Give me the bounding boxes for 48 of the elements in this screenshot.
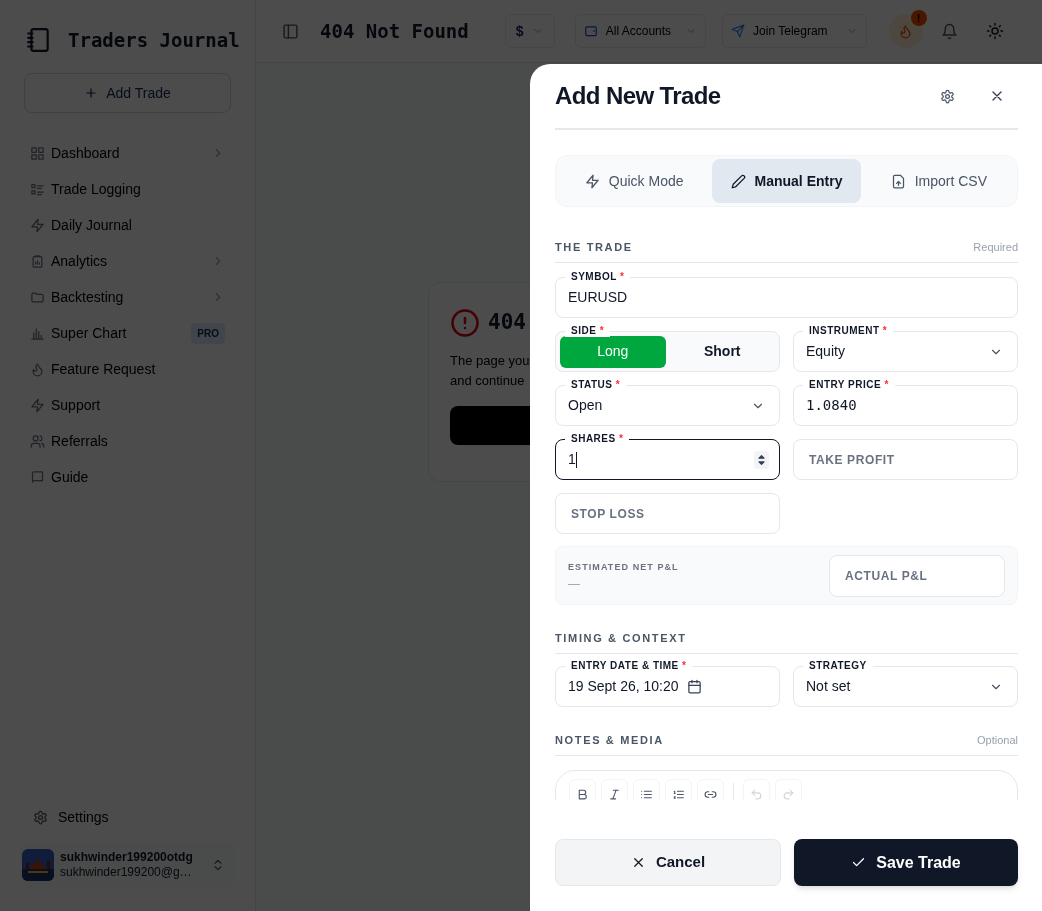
pnl-value: — [568,578,581,591]
side-option[interactable]: Short [669,335,775,368]
error-code: 404 [488,309,526,336]
page-title: 404 Not Found [320,18,469,44]
field-label: STATUS * [565,379,627,391]
file-upload-icon [890,173,906,189]
app-title: Traders Journal [68,28,240,53]
dialog-title: Add New Trade [555,81,722,111]
toolbar-button[interactable] [633,779,660,800]
input-field[interactable]: STOP LOSS [555,493,780,534]
error-text: The page you [450,351,530,370]
toolbar-button[interactable] [697,779,724,800]
side-option[interactable]: Long [560,335,666,368]
toolbar-button[interactable] [569,779,596,800]
field-label: SYMBOL * [565,271,631,283]
italic-icon [608,787,621,800]
bold-icon [576,787,589,800]
cancel-button[interactable]: Cancel [555,839,781,886]
field-label: SHARES * [565,433,630,445]
spinner-icon[interactable] [754,450,769,469]
user-email: sukhwinder199200@g… [60,865,193,880]
pnl-label: ESTIMATED NET P&L [568,560,680,574]
field-label: ENTRY DATE & TIME * [565,660,693,672]
calendar-icon[interactable] [686,679,702,694]
mode-tab[interactable]: Manual Entry [712,159,861,203]
section-note: Required [973,240,1018,255]
toolbar-button[interactable] [601,779,628,800]
mode-tab[interactable]: Import CSV [864,159,1013,203]
lightning-icon [584,173,600,189]
field-label: STRATEGY [803,660,873,672]
section-heading: NOTES & MEDIA [555,733,664,748]
mode-tab[interactable]: Quick Mode [560,159,709,203]
redo-icon [782,787,795,800]
error-text: and continue [450,371,525,390]
user-name: sukhwinder199200otdg [60,850,194,865]
field-label: SIDE * [565,325,611,337]
section-heading: TIMING & CONTEXT [555,631,687,646]
save-button[interactable]: Save Trade [794,839,1018,886]
pencil-icon [730,173,746,189]
undo-icon [750,787,763,800]
input-field[interactable]: TAKE PROFIT [793,439,1018,480]
settings-icon[interactable] [940,88,955,104]
field-label: ENTRY PRICE * [803,379,895,391]
section-heading: THE TRADE [555,240,633,255]
field-label: INSTRUMENT * [803,325,894,337]
toolbar-button[interactable] [665,779,692,800]
section-note: Optional [977,733,1018,748]
input-field[interactable]: ACTUAL P&L [829,554,1005,597]
